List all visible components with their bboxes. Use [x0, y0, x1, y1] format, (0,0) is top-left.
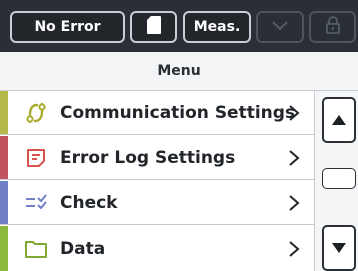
scrollbar-thumb[interactable]: [322, 168, 356, 189]
menu-item-data[interactable]: Data: [0, 226, 314, 271]
menu-item-label: Check: [60, 192, 118, 213]
menu-list: Communication Settings Error Log Setting…: [0, 91, 314, 271]
arrow-down-icon: [331, 239, 347, 258]
lock-icon: [325, 16, 340, 38]
scroll-panel: [314, 91, 358, 271]
lock-button[interactable]: [309, 11, 356, 43]
sd-card-icon: [146, 16, 161, 38]
category-stripe: [0, 91, 8, 134]
menu-item-label: Communication Settings: [60, 102, 296, 123]
category-stripe: [0, 181, 8, 224]
scroll-up-button[interactable]: [322, 97, 356, 143]
error-status-label: No Error: [34, 19, 101, 35]
top-toolbar: No Error Meas.: [0, 0, 358, 52]
measurement-button[interactable]: Meas.: [183, 11, 251, 43]
dropdown-button[interactable]: [256, 11, 304, 43]
menu-item-check[interactable]: Check: [0, 181, 314, 225]
scroll-down-button[interactable]: [322, 225, 356, 271]
chevron-right-icon: [288, 104, 300, 121]
folder-icon: [22, 237, 50, 261]
menu-item-communication-settings[interactable]: Communication Settings: [0, 91, 314, 135]
menu-title: Menu: [157, 63, 201, 79]
communication-icon: [22, 101, 50, 125]
sd-card-button[interactable]: [130, 11, 177, 43]
chevron-right-icon: [288, 194, 300, 211]
chevron-down-icon: [272, 19, 288, 35]
measurement-label: Meas.: [193, 19, 241, 35]
arrow-up-icon: [331, 111, 347, 130]
menu-item-label: Error Log Settings: [60, 147, 236, 168]
chevron-right-icon: [288, 240, 300, 257]
category-stripe: [0, 226, 8, 271]
menu-item-label: Data: [60, 238, 106, 259]
error-status-button[interactable]: No Error: [10, 11, 125, 43]
menu-item-error-log-settings[interactable]: Error Log Settings: [0, 136, 314, 180]
menu-header: Menu: [0, 52, 358, 90]
check-list-icon: [22, 191, 50, 215]
chevron-right-icon: [288, 149, 300, 166]
error-log-icon: [22, 146, 50, 170]
category-stripe: [0, 136, 8, 179]
